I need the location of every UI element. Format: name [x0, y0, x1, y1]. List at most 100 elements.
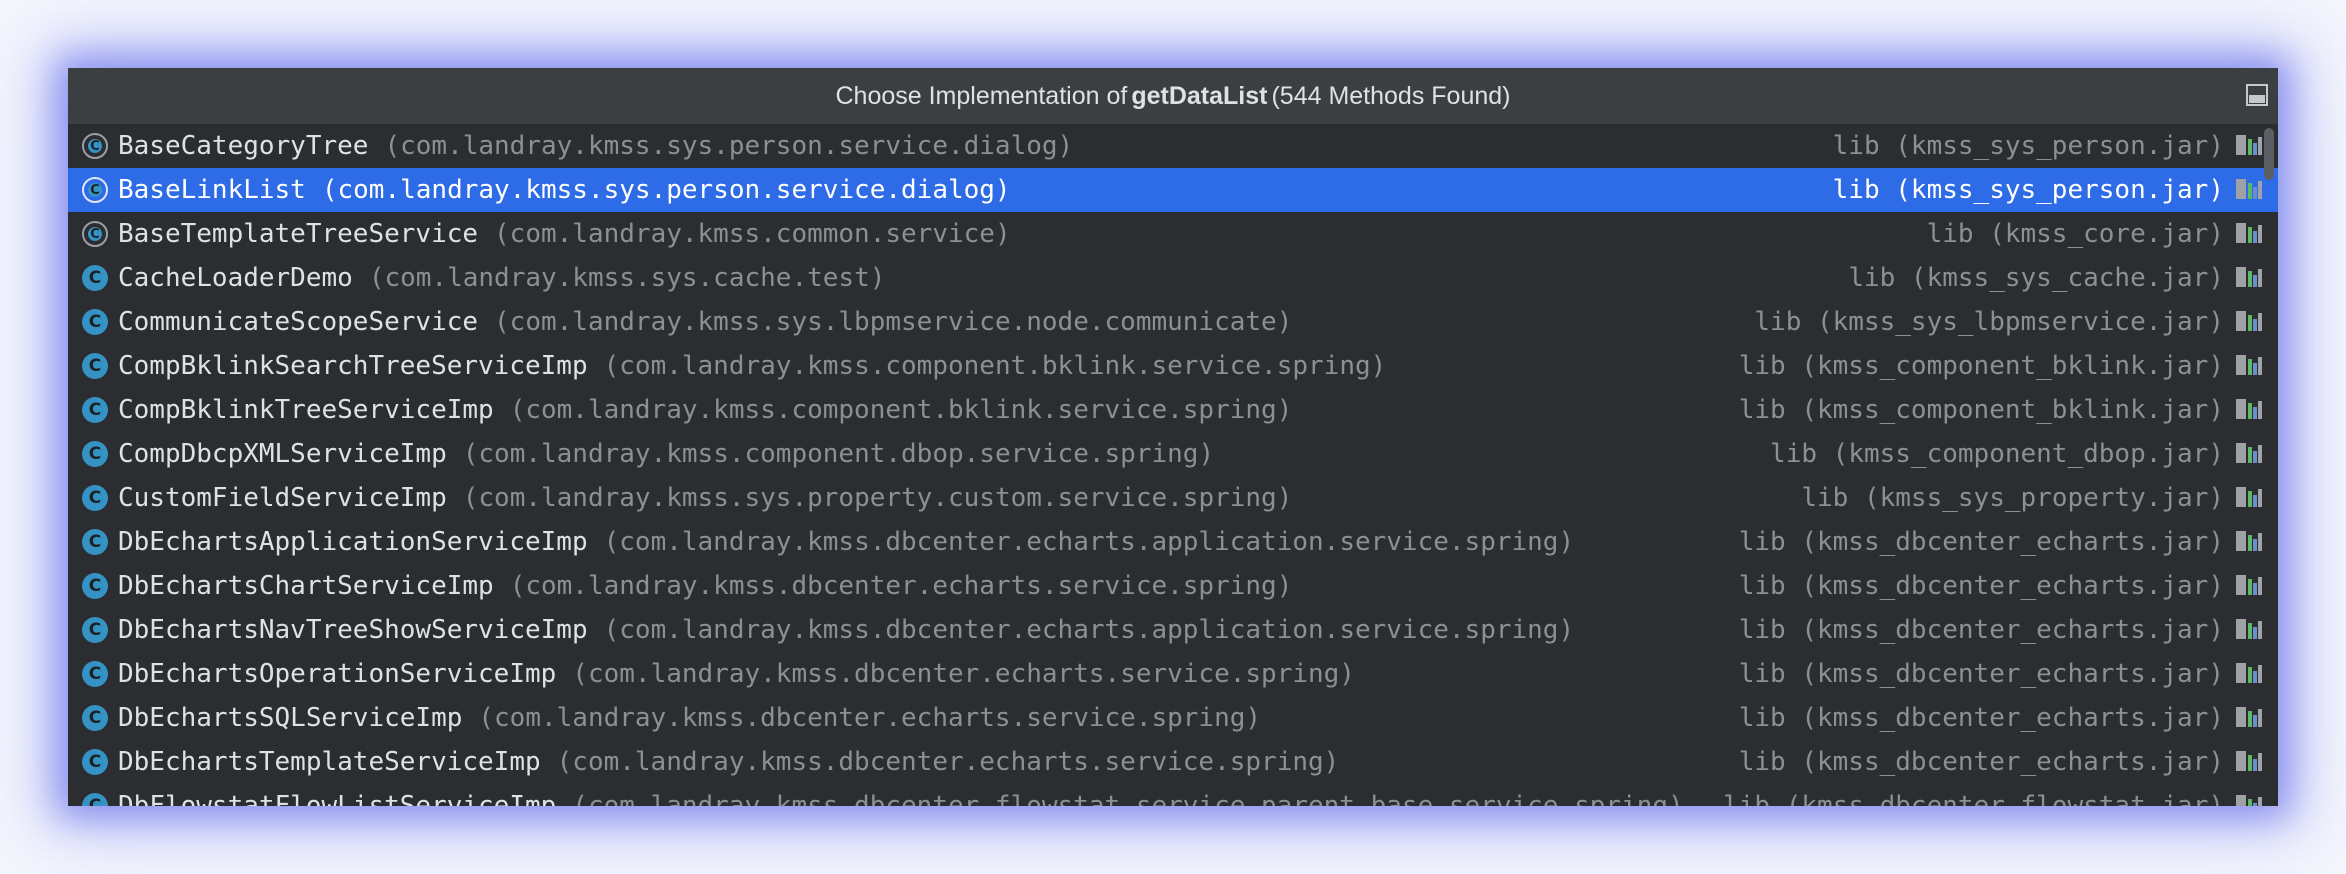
list-item[interactable]: C CompBklinkTreeServiceImp (com.landray.… [68, 388, 2278, 432]
class-icon: C [82, 397, 108, 423]
list-item[interactable]: C CacheLoaderDemo (com.landray.kmss.sys.… [68, 256, 2278, 300]
class-icon: C [82, 573, 108, 599]
jar-library-icon [2236, 353, 2264, 377]
package-name: (com.landray.kmss.component.dbop.service… [462, 439, 1215, 469]
jar-library-icon [2236, 309, 2264, 333]
choose-implementation-popup: Choose Implementation of getDataList (54… [68, 68, 2278, 806]
library-name: lib (kmss_component_bklink.jar) [1738, 395, 2224, 425]
list-item[interactable]: C DbEchartsNavTreeShowServiceImp (com.la… [68, 608, 2278, 652]
class-icon: C [82, 705, 108, 731]
list-item[interactable]: C CommunicateScopeService (com.landray.k… [68, 300, 2278, 344]
jar-library-icon [2236, 617, 2264, 641]
library-name: lib (kmss_sys_property.jar) [1801, 483, 2224, 513]
list-item[interactable]: C CompDbcpXMLServiceImp (com.landray.kms… [68, 432, 2278, 476]
package-name: (com.landray.kmss.sys.cache.test) [368, 263, 886, 293]
list-scrollbar[interactable] [2264, 128, 2274, 180]
list-item[interactable]: C DbEchartsOperationServiceImp (com.land… [68, 652, 2278, 696]
class-name: DbEchartsTemplateServiceImp [118, 747, 541, 777]
class-name: CompDbcpXMLServiceImp [118, 439, 447, 469]
library-name: lib (kmss_sys_person.jar) [1832, 131, 2224, 161]
jar-library-icon [2236, 177, 2264, 201]
library-name: lib (kmss_sys_cache.jar) [1848, 263, 2224, 293]
library-name: lib (kmss_dbcenter_echarts.jar) [1738, 703, 2224, 733]
package-name: (com.landray.kmss.dbcenter.echarts.servi… [572, 659, 1355, 689]
library-name: lib (kmss_dbcenter_echarts.jar) [1738, 527, 2224, 557]
jar-library-icon [2236, 705, 2264, 729]
class-name: DbEchartsNavTreeShowServiceImp [118, 615, 588, 645]
library-name: lib (kmss_sys_person.jar) [1832, 175, 2224, 205]
library-name: lib (kmss_dbcenter_echarts.jar) [1738, 747, 2224, 777]
class-name: BaseLinkList [118, 175, 306, 205]
list-item[interactable]: C DbEchartsTemplateServiceImp (com.landr… [68, 740, 2278, 784]
library-name: lib (kmss_core.jar) [1926, 219, 2224, 249]
class-name: DbFlowstatFlowListServiceImp [118, 791, 557, 806]
class-name: CompBklinkTreeServiceImp [118, 395, 494, 425]
package-name: (com.landray.kmss.common.service) [494, 219, 1011, 249]
list-item[interactable]: C BaseCategoryTree (com.landray.kmss.sys… [68, 124, 2278, 168]
jar-library-icon [2236, 441, 2264, 465]
list-item[interactable]: C CompBklinkSearchTreeServiceImp (com.la… [68, 344, 2278, 388]
class-name: DbEchartsApplicationServiceImp [118, 527, 588, 557]
jar-library-icon [2236, 397, 2264, 421]
abstract-class-icon: C [82, 221, 108, 247]
abstract-class-icon: C [82, 177, 108, 203]
jar-library-icon [2236, 485, 2264, 509]
class-icon: C [82, 617, 108, 643]
open-in-find-window-icon[interactable] [2246, 84, 2268, 106]
jar-library-icon [2236, 793, 2264, 806]
library-name: lib (kmss_dbcenter_echarts.jar) [1738, 659, 2224, 689]
list-item[interactable]: C CustomFieldServiceImp (com.landray.kms… [68, 476, 2278, 520]
class-icon: C [82, 309, 108, 335]
class-name: CacheLoaderDemo [118, 263, 353, 293]
package-name: (com.landray.kmss.dbcenter.echarts.servi… [556, 747, 1340, 777]
package-name: (com.landray.kmss.dbcenter.flowstat.serv… [572, 791, 1684, 806]
jar-library-icon [2236, 529, 2264, 553]
package-name: (com.landray.kmss.dbcenter.echarts.appli… [603, 615, 1575, 645]
jar-library-icon [2236, 133, 2264, 157]
list-item-selected[interactable]: C BaseLinkList (com.landray.kmss.sys.per… [68, 168, 2278, 212]
library-name: lib (kmss_component_bklink.jar) [1738, 351, 2224, 381]
class-name: DbEchartsSQLServiceImp [118, 703, 463, 733]
class-name: CommunicateScopeService [118, 307, 479, 337]
jar-library-icon [2236, 661, 2264, 685]
class-icon: C [82, 353, 108, 379]
package-name: (com.landray.kmss.sys.property.custom.se… [462, 483, 1293, 513]
class-name: DbEchartsOperationServiceImp [118, 659, 557, 689]
package-name: (com.landray.kmss.dbcenter.echarts.servi… [478, 703, 1262, 733]
package-name: (com.landray.kmss.sys.person.service.dia… [321, 175, 1011, 205]
library-name: lib (kmss_sys_lbpmservice.jar) [1754, 307, 2224, 337]
class-name: CustomFieldServiceImp [118, 483, 447, 513]
class-icon: C [82, 529, 108, 555]
title-prefix: Choose Implementation of [835, 81, 1128, 110]
jar-library-icon [2236, 573, 2264, 597]
jar-library-icon [2236, 221, 2264, 245]
list-item[interactable]: C DbFlowstatFlowListServiceImp (com.land… [68, 784, 2278, 806]
package-name: (com.landray.kmss.component.bklink.servi… [603, 351, 1387, 381]
class-icon: C [82, 441, 108, 467]
class-icon: C [82, 793, 108, 806]
class-name: BaseCategoryTree [118, 131, 369, 161]
class-icon: C [82, 749, 108, 775]
library-name: lib (kmss_dbcenter_flowstat.jar) [1723, 791, 2224, 806]
jar-library-icon [2236, 265, 2264, 289]
class-name: BaseTemplateTreeService [118, 219, 479, 249]
list-item[interactable]: C BaseTemplateTreeService (com.landray.k… [68, 212, 2278, 256]
list-item[interactable]: C DbEchartsSQLServiceImp (com.landray.km… [68, 696, 2278, 740]
class-name: DbEchartsChartServiceImp [118, 571, 494, 601]
package-name: (com.landray.kmss.dbcenter.echarts.servi… [509, 571, 1293, 601]
title-method: getDataList [1131, 81, 1268, 110]
class-icon: C [82, 485, 108, 511]
implementation-list: C BaseCategoryTree (com.landray.kmss.sys… [68, 124, 2278, 806]
class-icon: C [82, 661, 108, 687]
package-name: (com.landray.kmss.sys.person.service.dia… [384, 131, 1074, 161]
abstract-class-icon: C [82, 133, 108, 159]
title-suffix: (544 Methods Found) [1271, 81, 1511, 110]
package-name: (com.landray.kmss.sys.lbpmservice.node.c… [494, 307, 1293, 337]
list-item[interactable]: C DbEchartsChartServiceImp (com.landray.… [68, 564, 2278, 608]
class-name: CompBklinkSearchTreeServiceImp [118, 351, 588, 381]
package-name: (com.landray.kmss.component.bklink.servi… [509, 395, 1293, 425]
package-name: (com.landray.kmss.dbcenter.echarts.appli… [603, 527, 1575, 557]
popup-title-bar: Choose Implementation of getDataList (54… [68, 68, 2278, 124]
library-name: lib (kmss_dbcenter_echarts.jar) [1738, 571, 2224, 601]
list-item[interactable]: C DbEchartsApplicationServiceImp (com.la… [68, 520, 2278, 564]
